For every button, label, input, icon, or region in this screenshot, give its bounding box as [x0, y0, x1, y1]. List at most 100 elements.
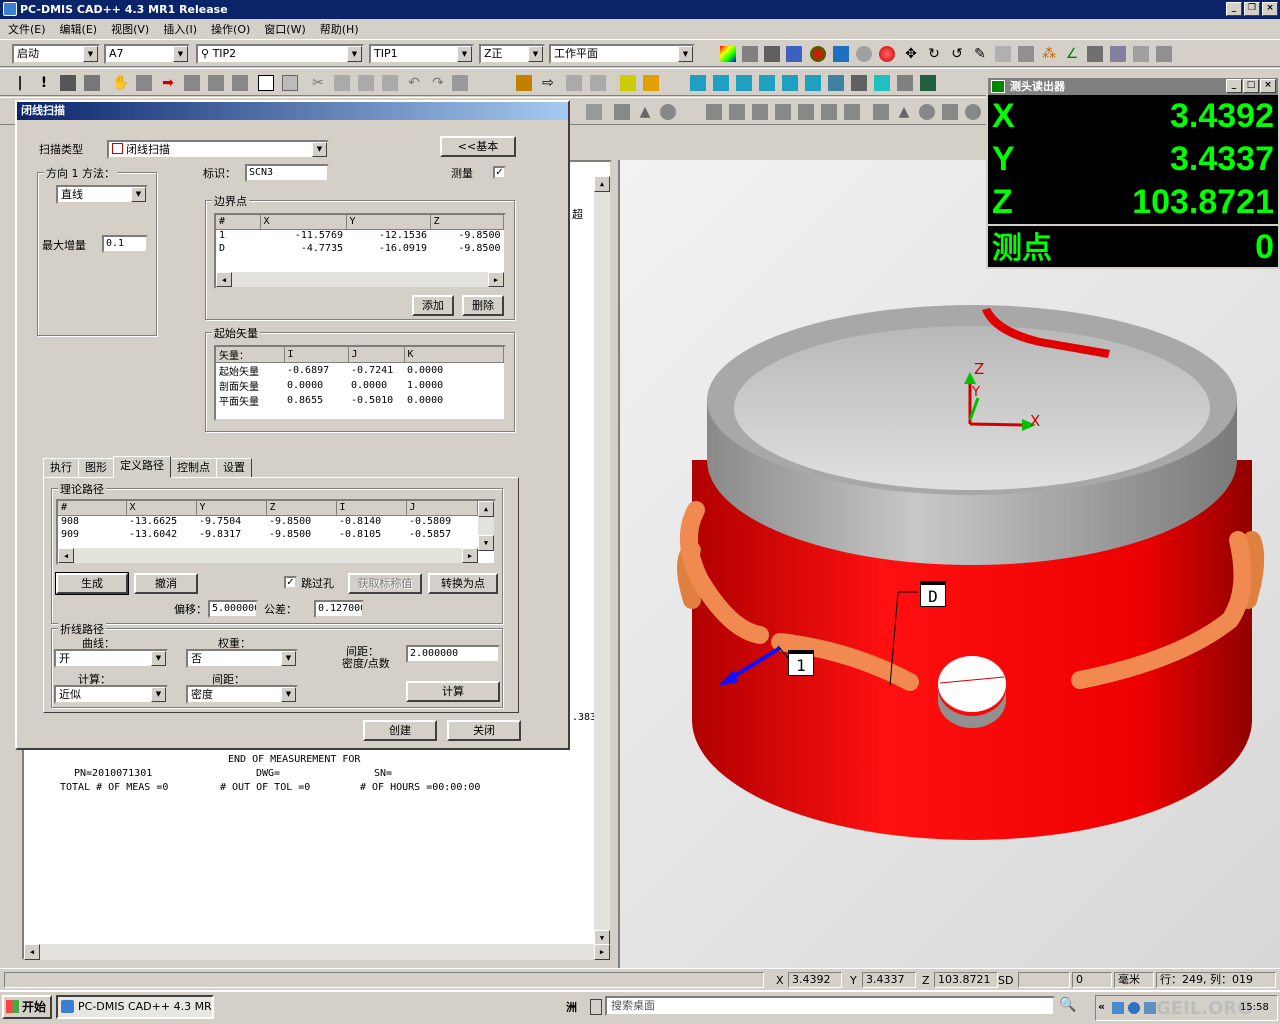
menu-operation[interactable]: 操作(O) [211, 21, 250, 37]
arrow-icon[interactable]: ⇨ [540, 75, 556, 91]
tab-execute[interactable]: 执行 [43, 458, 79, 478]
cube10-icon[interactable] [897, 75, 913, 91]
network-icon[interactable]: ⁂ [1041, 46, 1057, 62]
weight-select[interactable]: 否 ▼ [186, 649, 298, 668]
cube8-icon[interactable] [851, 75, 867, 91]
tray-app-icon[interactable] [1144, 1002, 1156, 1014]
offset-field[interactable]: 5.000000 [208, 600, 258, 618]
scale-icon[interactable] [995, 46, 1011, 62]
rotate-view2-icon[interactable]: ↺ [949, 46, 965, 62]
menu-view[interactable]: 视图(V) [111, 21, 149, 37]
table-row[interactable]: 剖面矢量 0.0000 0.0000 1.0000 [216, 378, 504, 393]
scan-type-select[interactable]: 闭线扫描 ▼ [107, 140, 329, 159]
people-icon[interactable] [1133, 46, 1149, 62]
cone-icon[interactable]: ▲ [637, 104, 653, 120]
grid-icon[interactable] [1018, 46, 1034, 62]
readout-restore-button[interactable]: □ [1243, 79, 1259, 93]
menu-edit[interactable]: 编辑(E) [60, 21, 98, 37]
print-icon[interactable] [742, 46, 758, 62]
cone2-icon[interactable]: ▲ [896, 104, 912, 120]
find-icon[interactable] [208, 75, 224, 91]
cube5-icon[interactable] [782, 75, 798, 91]
workplane-select[interactable]: 工作平面 ▼ [549, 44, 695, 64]
torus-feature-icon[interactable] [942, 104, 958, 120]
report-vscrollbar[interactable]: ▲ ▼ [594, 176, 610, 946]
move-icon[interactable]: ✥ [903, 46, 919, 62]
paste-icon[interactable] [358, 75, 374, 91]
spacing2-select[interactable]: 密度 ▼ [186, 685, 298, 704]
readout-minimize-button[interactable]: _ [1226, 79, 1242, 93]
max-increment-field[interactable]: 0.1 [102, 235, 148, 253]
color-icon[interactable] [720, 46, 736, 62]
restore-button[interactable]: ❐ [1244, 2, 1260, 16]
table-row[interactable]: D -4.7735 -16.0919 -9.8500 [216, 242, 504, 255]
square-feature-icon[interactable] [798, 104, 814, 120]
menu-file[interactable]: 文件(E) [8, 21, 46, 37]
star-icon[interactable] [620, 75, 636, 91]
pencil-icon[interactable]: ✎ [972, 46, 988, 62]
bookmark-icon[interactable] [232, 75, 248, 91]
line-feature-icon[interactable] [706, 104, 722, 120]
basic-button[interactable]: <<基本 [440, 136, 516, 157]
measure-checkbox[interactable]: ✓ [493, 166, 506, 179]
cube6-icon[interactable] [805, 75, 821, 91]
angle-icon[interactable]: ∠ [1064, 46, 1080, 62]
undo-icon[interactable]: ↶ [406, 75, 422, 91]
report-hscrollbar[interactable]: ◀ ▶ [24, 944, 610, 960]
cube7-icon[interactable] [828, 75, 844, 91]
scroll-up-icon[interactable]: ▲ [478, 501, 494, 517]
cube-icon[interactable] [690, 75, 706, 91]
boundary-list[interactable]: # X Y Z 1 -11.5769 -12.1536 -9.8500 D -4.7735 -1… [214, 213, 506, 289]
pipe-icon[interactable]: | [12, 75, 28, 91]
readout-close-button[interactable]: × [1260, 79, 1276, 93]
menu-insert[interactable]: 插入(I) [163, 21, 197, 37]
convert-to-points-button[interactable]: 转换为点 [428, 573, 498, 594]
grid2-icon[interactable] [920, 75, 936, 91]
feature-icon-2[interactable] [614, 104, 630, 120]
tip2-select[interactable]: TIP1 ▼ [369, 44, 474, 64]
probe2-icon[interactable] [184, 75, 200, 91]
generate-button[interactable]: 生成 [55, 572, 129, 595]
direction-method-select[interactable]: 直线 ▼ [56, 185, 148, 204]
tab-control-points[interactable]: 控制点 [170, 458, 217, 478]
exclaim-icon[interactable]: ! [36, 75, 52, 91]
settings-icon[interactable] [1156, 46, 1172, 62]
table-row[interactable]: 起始矢量 -0.6897 -0.7241 0.0000 [216, 363, 504, 378]
scroll-right-icon[interactable]: ▶ [594, 944, 610, 960]
menu-help[interactable]: 帮助(H) [320, 21, 359, 37]
boundary-marker-d[interactable]: D [920, 581, 946, 607]
cube4-icon[interactable] [759, 75, 775, 91]
probe-file-select[interactable]: A7 ▼ [104, 44, 190, 64]
scroll-left-icon[interactable]: ◀ [58, 548, 74, 563]
search-icon[interactable]: 🔍 [1058, 997, 1078, 1017]
table-row[interactable]: 909 -13.6042 -9.8317 -9.8500 -0.8105 -0.5857 [58, 528, 478, 541]
spacing-field[interactable]: 2.000000 [406, 645, 500, 663]
scroll-up-icon[interactable]: ▲ [594, 176, 610, 192]
calculate-button[interactable]: 计算 [406, 681, 500, 702]
redo-icon[interactable]: ↷ [430, 75, 446, 91]
arrow-right-icon[interactable]: ➡ [160, 75, 176, 91]
slot-feature-icon[interactable] [752, 104, 768, 120]
id-field[interactable]: SCN3 [245, 164, 329, 182]
tray-network-icon[interactable] [1112, 1002, 1124, 1014]
close-dialog-button[interactable]: 关闭 [447, 720, 521, 741]
cube2-icon[interactable] [713, 75, 729, 91]
boundary-marker-1[interactable]: 1 [788, 650, 814, 676]
step-icon[interactable] [566, 75, 582, 91]
step2-icon[interactable] [590, 75, 606, 91]
rotate-icon[interactable] [833, 46, 849, 62]
menu-window[interactable]: 窗口(W) [264, 21, 305, 37]
tip-select[interactable]: ⚲ TIP2 ▼ [196, 44, 364, 64]
table-row[interactable]: 平面矢量 0.8655 -0.5010 0.0000 [216, 393, 504, 408]
curve-select[interactable]: 开 ▼ [54, 649, 168, 668]
circle-feature-icon[interactable] [660, 104, 676, 120]
tab-define-path[interactable]: 定义路径 [113, 456, 171, 478]
tray-bluetooth-icon[interactable] [1128, 1002, 1140, 1014]
desktop-icon[interactable] [590, 999, 602, 1015]
minimize-button[interactable]: _ [1226, 2, 1242, 16]
tray-expand-icon[interactable]: « [1098, 1000, 1105, 1013]
star2-icon[interactable] [643, 75, 659, 91]
probe-tool-icon[interactable] [1087, 46, 1103, 62]
theory-path-list[interactable]: # X Y Z I J 908 -13.6625 -9.7504 -9.8500 -0.8140-… [56, 499, 496, 565]
plane-feature-icon[interactable] [729, 104, 745, 120]
